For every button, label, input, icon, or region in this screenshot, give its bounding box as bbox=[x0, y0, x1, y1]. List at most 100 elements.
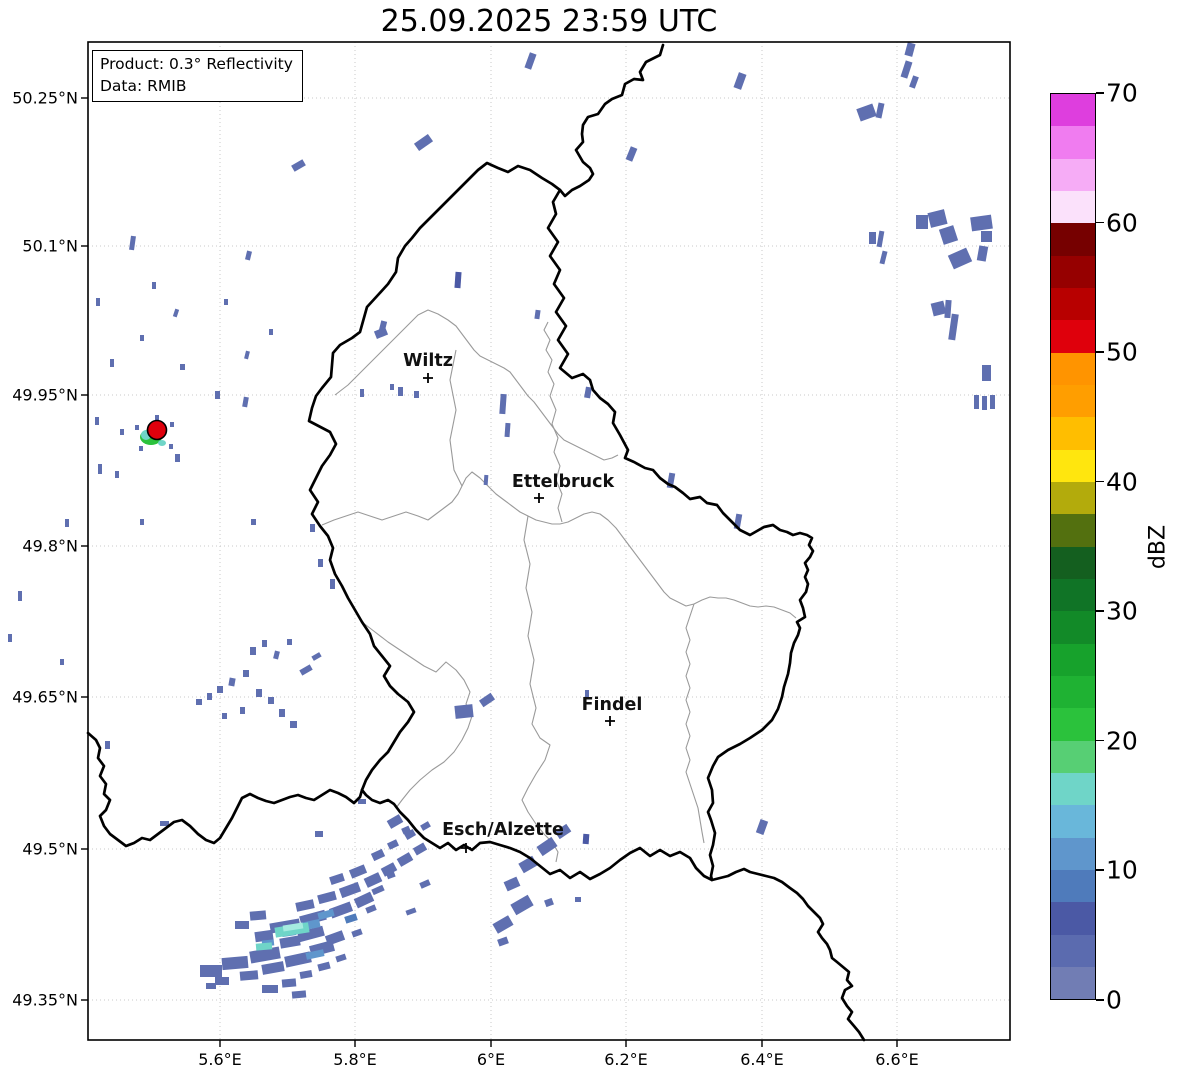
radar-echo-cell bbox=[344, 913, 358, 924]
radar-echo-cell bbox=[175, 454, 180, 462]
radar-echo-cell bbox=[129, 235, 136, 251]
lon-tick-label: 5.8°E bbox=[333, 1050, 377, 1069]
radar-echo-cell bbox=[98, 464, 102, 474]
radar-echo-cell bbox=[974, 395, 979, 409]
radar-echo-cell bbox=[262, 985, 278, 993]
radar-echo-cell bbox=[281, 978, 297, 988]
city-label-findel: Findel bbox=[581, 695, 643, 715]
radar-echo-cell bbox=[900, 60, 913, 79]
city-marker bbox=[423, 373, 433, 383]
radar-echo-cell bbox=[317, 890, 337, 905]
radar-echo-cell bbox=[360, 389, 364, 397]
radar-echo-cell bbox=[110, 359, 114, 367]
radar-echo-cell bbox=[120, 429, 124, 435]
radar-echo-cell bbox=[244, 350, 250, 360]
radar-echo-cell bbox=[262, 640, 267, 647]
radar-echo-cell bbox=[524, 52, 537, 70]
radar-echo-cell bbox=[371, 884, 385, 896]
colorbar-band bbox=[1051, 837, 1095, 870]
data-source-line: Data: RMIB bbox=[100, 77, 187, 95]
colorbar-band bbox=[1051, 546, 1095, 579]
radar-echo-cell bbox=[582, 833, 590, 845]
radar-echo-cell bbox=[510, 894, 534, 916]
figure-title: 25.09.2025 23:59 UTC bbox=[380, 4, 718, 39]
radar-echo-cell bbox=[250, 647, 256, 655]
radar-echo-cell bbox=[584, 386, 592, 399]
radar-echo-cell bbox=[196, 699, 202, 705]
city-marker bbox=[605, 716, 615, 726]
radar-echo-cell bbox=[105, 741, 110, 749]
radar-echo-cell bbox=[206, 983, 216, 989]
radar-echo-cell bbox=[239, 970, 259, 981]
radar-echo-cell bbox=[295, 899, 315, 912]
radar-echo-cell bbox=[269, 329, 273, 335]
lon-tick-label: 6.6°E bbox=[875, 1050, 919, 1069]
radar-echo-cell bbox=[976, 245, 989, 262]
radar-echo-cell bbox=[390, 384, 394, 390]
product-info-box: Product: 0.3° Reflectivity Data: RMIB bbox=[92, 50, 303, 102]
radar-echo-cell bbox=[365, 904, 377, 914]
product-line: Product: 0.3° Reflectivity bbox=[100, 55, 293, 73]
lon-tick-label: 5.6°E bbox=[198, 1050, 242, 1069]
radar-echo-cell bbox=[982, 396, 987, 410]
france-germany-border bbox=[710, 867, 866, 1042]
radar-echo-cell bbox=[329, 873, 345, 885]
radar-echo-cell bbox=[909, 75, 919, 89]
radar-echo-cell bbox=[755, 819, 769, 835]
radar-echo-cell bbox=[287, 639, 292, 645]
colorbar-tick bbox=[1096, 610, 1104, 612]
lat-tick-label: 49.8°N bbox=[22, 536, 78, 556]
radar-echo-cell bbox=[273, 650, 280, 660]
radar-echo-cell bbox=[419, 879, 431, 889]
radar-echo-cell bbox=[348, 864, 368, 879]
radar-echo-cell bbox=[504, 422, 511, 438]
colorbar-band bbox=[1051, 514, 1095, 547]
radar-echo-cell bbox=[981, 231, 992, 242]
radar-echo-cell bbox=[115, 471, 119, 478]
colorbar-band bbox=[1051, 966, 1095, 1000]
colorbar-band bbox=[1051, 158, 1095, 191]
lon-tick-label: 6°E bbox=[476, 1050, 506, 1069]
radar-echo-cell bbox=[351, 928, 363, 938]
france-belgium-border bbox=[86, 731, 364, 848]
radar-echo-cell bbox=[869, 232, 876, 244]
radar-echo-cell bbox=[299, 970, 313, 979]
lat-tick-label: 49.65°N bbox=[12, 687, 78, 707]
radar-echo-cell bbox=[255, 942, 273, 951]
radar-echo-cell bbox=[279, 935, 301, 949]
lat-tick-label: 49.35°N bbox=[12, 990, 78, 1010]
radar-echo-cell bbox=[358, 799, 366, 804]
canton-border bbox=[321, 471, 797, 619]
radar-echo-cell bbox=[8, 634, 12, 642]
radar-echo-cell bbox=[242, 396, 249, 408]
radar-echo-cell bbox=[370, 848, 386, 862]
radar-echo-cell bbox=[317, 961, 331, 972]
city-marker bbox=[534, 493, 544, 503]
radar-echo-cell bbox=[215, 977, 229, 985]
radar-echo-cell bbox=[335, 953, 347, 963]
canton-borders-layer bbox=[321, 309, 797, 863]
radar-echo-cell bbox=[180, 364, 185, 370]
colorbar-band bbox=[1051, 126, 1095, 159]
radar-figure: 25.09.2025 23:59 UTC Product: 0.3° Refle… bbox=[0, 0, 1184, 1081]
colorbar-tick-label: 20 bbox=[1106, 726, 1138, 756]
colorbar-band bbox=[1051, 740, 1095, 773]
radar-echo-cell bbox=[310, 524, 315, 532]
colorbar bbox=[1050, 93, 1096, 1000]
radar-echo-cell bbox=[544, 897, 554, 908]
colorbar-band bbox=[1051, 287, 1095, 321]
radar-echo-cell bbox=[95, 417, 99, 425]
radar-echo-cell bbox=[398, 387, 403, 396]
radar-echo-cell bbox=[373, 327, 389, 339]
radar-echo-cell bbox=[938, 225, 959, 245]
colorbar-tick-label: 40 bbox=[1106, 467, 1138, 497]
lat-tick-label: 49.5°N bbox=[22, 839, 78, 859]
radar-echo-layer bbox=[8, 42, 995, 999]
radar-echo-cell bbox=[18, 591, 22, 601]
canton-border bbox=[521, 515, 559, 863]
colorbar-band bbox=[1051, 481, 1095, 515]
radar-echo-cell bbox=[503, 876, 521, 892]
radar-echo-cell bbox=[60, 659, 64, 665]
radar-echo-cell bbox=[224, 299, 228, 305]
radar-echo-cell bbox=[291, 159, 306, 172]
